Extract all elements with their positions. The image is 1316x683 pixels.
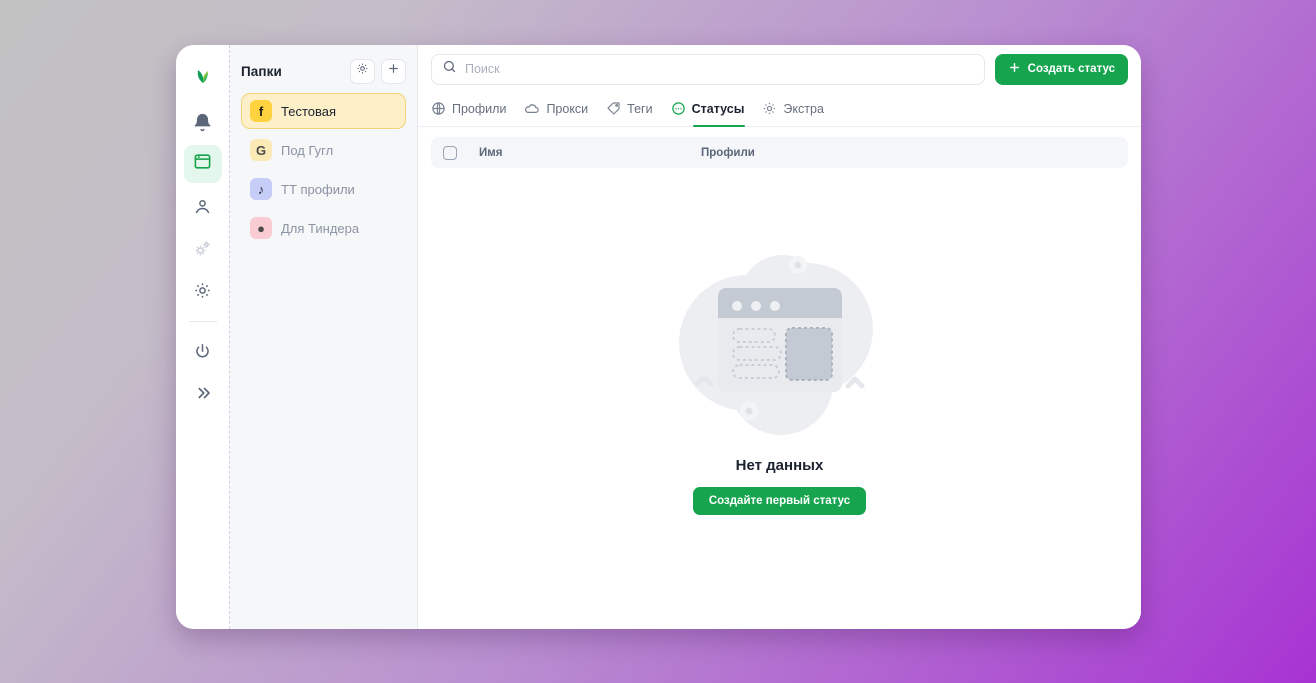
browser-window-icon (193, 152, 212, 176)
column-header-name: Имя (479, 147, 701, 159)
tab-cloud[interactable]: Прокси (524, 93, 588, 126)
tab-bar: Профили Прокси Теги Статусы Экстра (418, 93, 1141, 127)
create-first-status-button[interactable]: Создайте первый статус (693, 487, 866, 515)
folder-item-label: Для Тиндера (281, 221, 359, 236)
plus-icon (1008, 61, 1021, 77)
status-dots-circle-icon (671, 101, 686, 116)
folder-item[interactable]: ♪ ТТ профили (241, 171, 406, 207)
gear-icon[interactable] (184, 271, 222, 309)
tag-icon (606, 101, 621, 116)
tab-label: Прокси (546, 102, 588, 116)
tiktok-icon: ♪ (250, 178, 272, 200)
tab-label: Профили (452, 102, 506, 116)
tab-status-dots-circle[interactable]: Статусы (671, 93, 745, 126)
tab-label: Статусы (692, 102, 745, 116)
facebook-icon: f (250, 100, 272, 122)
create-status-label: Создать статус (1028, 63, 1115, 75)
folders-title: Папки (241, 64, 282, 79)
empty-browser-window-illustration (655, 251, 905, 441)
folders-header: Папки (241, 45, 406, 93)
empty-state: Нет данных Создайте первый статус (418, 168, 1141, 629)
power-icon[interactable] (184, 332, 222, 370)
leaf-logo-icon (184, 55, 222, 93)
plus-icon (387, 62, 400, 80)
rail-divider (189, 321, 217, 322)
search-box[interactable] (431, 54, 985, 85)
app-window: Папки f Тестовая G Под Гугл ♪ ТТ профили ● (176, 45, 1141, 629)
search-input[interactable] (465, 62, 974, 76)
top-bar: Создать статус (418, 45, 1141, 93)
folder-item-label: Тестовая (281, 104, 336, 119)
create-status-button[interactable]: Создать статус (995, 54, 1128, 85)
folders-list: f Тестовая G Под Гугл ♪ ТТ профили ● Для Тиндер… (241, 93, 406, 246)
folder-item-label: ТТ профили (281, 182, 355, 197)
empty-state-title: Нет данных (736, 457, 824, 474)
gear-icon (762, 101, 777, 116)
main-content: Создать статус Профили Прокси Теги Статусы Э… (418, 45, 1141, 629)
tab-label: Теги (627, 102, 652, 116)
chevrons-right-icon[interactable] (184, 374, 222, 412)
tab-globe[interactable]: Профили (431, 93, 506, 126)
gears-icon[interactable] (184, 229, 222, 267)
tab-tag[interactable]: Теги (606, 93, 652, 126)
folder-item[interactable]: G Под Гугл (241, 132, 406, 168)
user-icon[interactable] (184, 187, 222, 225)
folder-item[interactable]: ● Для Тиндера (241, 210, 406, 246)
folder-settings-icon (356, 62, 369, 80)
globe-icon (431, 101, 446, 116)
tinder-flame-icon: ● (250, 217, 272, 239)
folder-item-label: Под Гугл (281, 143, 333, 158)
folder-item[interactable]: f Тестовая (241, 93, 406, 129)
column-header-profiles: Профили (701, 147, 755, 159)
search-icon (442, 59, 457, 79)
sidebar-item-browser-profiles[interactable] (184, 145, 222, 183)
tab-label: Экстра (783, 102, 823, 116)
icon-rail (176, 45, 230, 629)
google-icon: G (250, 139, 272, 161)
cloud-icon (524, 101, 540, 117)
table-wrapper: Имя Профили (418, 127, 1141, 168)
bell-icon[interactable] (184, 103, 222, 141)
select-all-checkbox[interactable] (443, 146, 457, 160)
folders-panel: Папки f Тестовая G Под Гугл ♪ ТТ профили ● (230, 45, 418, 629)
table-header-row: Имя Профили (431, 137, 1128, 168)
tab-gear[interactable]: Экстра (762, 93, 823, 126)
folder-settings-button[interactable] (350, 59, 375, 84)
add-folder-button[interactable] (381, 59, 406, 84)
